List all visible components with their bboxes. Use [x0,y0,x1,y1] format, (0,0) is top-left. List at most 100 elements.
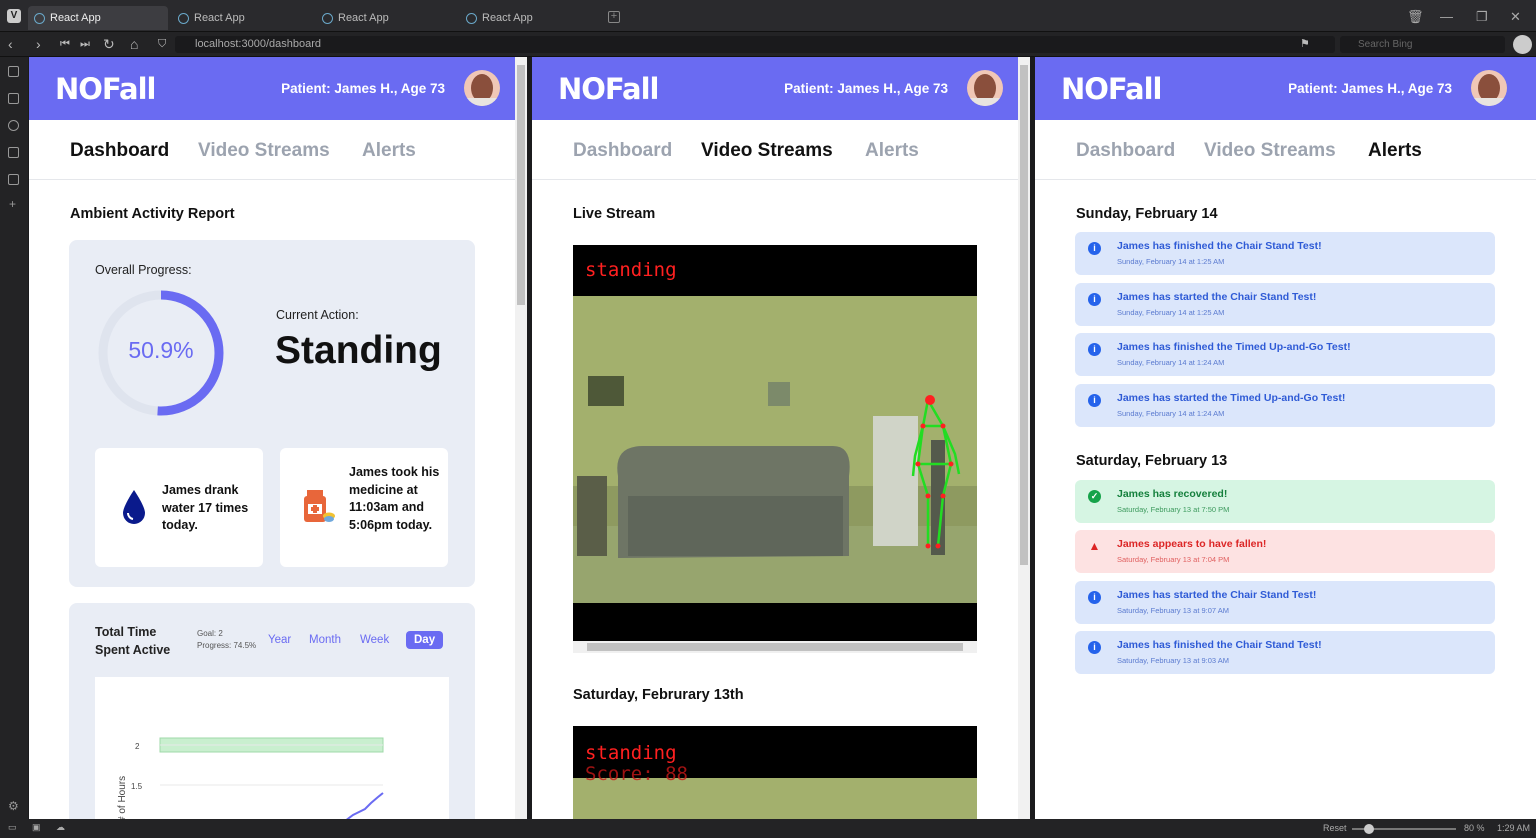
active-chart-svg: 2 1.5 # of Hours [117,737,384,819]
window-panel-icon[interactable] [8,174,19,185]
shield-icon[interactable]: ⛉ [158,38,166,51]
trash-icon[interactable]: 🗑 [1407,9,1424,25]
range-day-button[interactable]: Day [406,631,444,649]
add-panel-icon[interactable]: + [9,197,16,211]
recorded-stream-title: Saturday, Februrary 13th [573,687,744,703]
settings-icon[interactable]: ⚙ [8,799,19,813]
nofall-logo[interactable]: NOFall [558,72,659,106]
progress-value: 50.9% [128,337,194,363]
alert-title: James has started the Chair Stand Test! [1117,589,1317,601]
info-icon: i [1088,591,1101,604]
alert-item[interactable]: i James has started the Chair Stand Test!… [1075,581,1495,624]
app-header: NOFall Patient: James H., Age 73 [532,57,1030,120]
panel-scrollbar[interactable] [1018,57,1030,819]
water-text: James drank water 17 times today. [162,483,249,532]
fast-forward-icon[interactable]: ⏭ [80,38,90,51]
zoom-slider[interactable] [1352,824,1456,834]
alert-title: James has started the Chair Stand Test! [1117,291,1317,303]
downloads-icon[interactable] [8,93,19,104]
alert-item[interactable]: i James has started the Chair Stand Test!… [1075,283,1495,326]
recorded-action-label: standing [585,742,677,764]
notes-icon[interactable] [8,147,19,158]
nofall-logo[interactable]: NOFall [1061,72,1162,106]
overall-progress-label: Overall Progress: [95,263,192,277]
live-video-frame [573,296,977,603]
clock: 1:29 AM [1497,823,1531,833]
medicine-icon [304,490,335,522]
react-icon [34,13,45,24]
alert-time: Sunday, February 14 at 1:25 AM [1117,308,1225,317]
home-icon[interactable]: ⌂ [130,36,138,52]
tab-alerts[interactable]: Alerts [865,140,919,162]
rewind-icon[interactable]: ⏮ [60,38,70,51]
app-header: NOFall Patient: James H., Age 73 [29,57,527,120]
alert-item[interactable]: i James has finished the Chair Stand Test… [1075,631,1495,674]
range-year-button[interactable]: Year [268,634,291,646]
range-week-button[interactable]: Week [360,634,389,646]
patient-avatar [464,70,500,106]
active-title-2: Spent Active [95,643,171,657]
alert-item[interactable]: i James has started the Timed Up-and-Go T… [1075,384,1495,427]
restore-icon[interactable]: ❐ [1476,9,1488,25]
zoom-reset-button[interactable]: Reset [1323,823,1347,833]
minimize-icon[interactable]: — [1440,9,1453,24]
history-icon[interactable] [8,120,19,131]
alert-item[interactable]: ✓ James has recovered! Saturday, February … [1075,480,1495,523]
tab-label: React App [338,12,389,24]
forward-icon[interactable]: › [36,36,41,52]
browser-tab[interactable]: React App [460,6,600,30]
pose-head [925,395,935,405]
nofall-logo[interactable]: NOFall [55,72,156,106]
vivaldi-logo-icon[interactable]: V [7,9,21,23]
active-time-card: Total Time Spent Active Goal: 2 Progress… [69,603,475,819]
tab-alerts[interactable]: Alerts [362,140,416,162]
alert-item[interactable]: i James has finished the Timed Up-and-Go … [1075,333,1495,376]
patient-label: Patient: James H., Age 73 [784,81,948,96]
tab-label: React App [50,12,101,24]
tab-video-streams[interactable]: Video Streams [701,140,833,162]
alert-time: Saturday, February 13 at 7:04 PM [1117,555,1230,564]
tab-dashboard[interactable]: Dashboard [70,140,169,162]
live-video[interactable]: standing [573,245,977,641]
tab-dashboard[interactable]: Dashboard [1076,140,1175,162]
bookmarks-icon[interactable] [8,66,19,77]
cloud-icon[interactable]: ☁ [56,822,65,833]
active-line [346,792,384,819]
alert-item[interactable]: i James has finished the Chair Stand Test… [1075,232,1495,275]
back-icon[interactable]: ‹ [8,36,13,52]
react-icon [178,13,189,24]
search-input[interactable]: Search Bing [1340,36,1505,53]
alert-time: Saturday, February 13 at 9:03 AM [1117,656,1230,665]
url-input[interactable]: localhost:3000/dashboard [175,36,1335,53]
info-icon: i [1088,293,1101,306]
warning-triangle-icon: ▲ [1088,539,1101,553]
current-action-value: Standing [275,329,442,372]
range-month-button[interactable]: Month [309,634,341,646]
tab-dashboard[interactable]: Dashboard [573,140,672,162]
bookmark-icon[interactable]: ⚑ [1300,37,1310,50]
profile-avatar[interactable] [1513,35,1532,54]
url-text: localhost:3000/dashboard [195,38,321,50]
tab-video-streams[interactable]: Video Streams [1204,140,1336,162]
nav-tabs: Dashboard Video Streams Alerts [1035,120,1536,180]
tab-label: React App [194,12,245,24]
browser-tab[interactable]: React App [28,6,168,30]
tab-alerts[interactable]: Alerts [1368,140,1422,162]
tab-video-streams[interactable]: Video Streams [198,140,330,162]
video-horizontal-scrollbar[interactable] [573,641,977,653]
alert-item[interactable]: ▲ James appears to have fallen! Saturday, … [1075,530,1495,573]
react-icon [322,13,333,24]
recorded-video[interactable]: standing Score: 88 [573,726,977,819]
nav-tabs: Dashboard Video Streams Alerts [532,120,1030,180]
tiling-icon[interactable]: ▣ [32,822,41,833]
react-icon [466,13,477,24]
reload-icon[interactable]: ↻ [103,36,115,53]
browser-tab[interactable]: React App [172,6,312,30]
new-tab-icon[interactable]: + [608,11,620,23]
browser-tab[interactable]: React App [316,6,456,30]
info-icon: i [1088,641,1101,654]
y-tick-1.5: 1.5 [131,782,143,791]
panel-toggle-icon[interactable]: ▭ [8,822,17,833]
close-window-icon[interactable]: ✕ [1510,9,1521,25]
panel-scrollbar[interactable] [515,57,527,819]
